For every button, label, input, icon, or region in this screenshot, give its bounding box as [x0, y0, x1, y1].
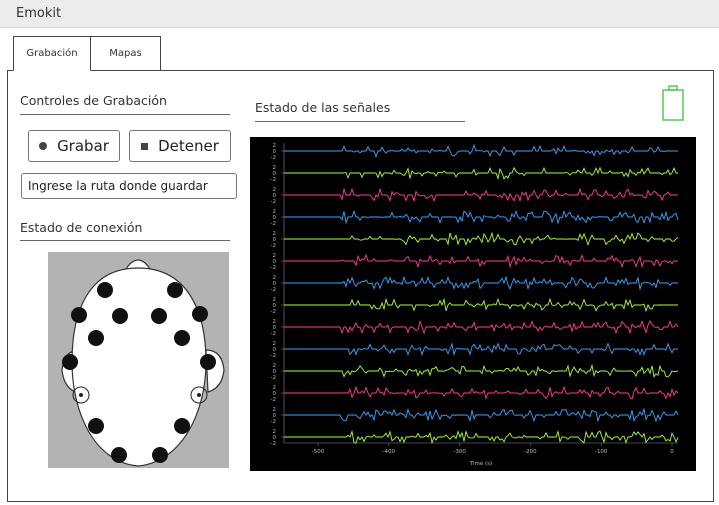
headset-map [48, 252, 229, 468]
channel-2-trace [284, 166, 678, 181]
channel-6-trace [284, 253, 678, 269]
window-titlebar: Emokit [0, 0, 719, 28]
channel-11-trace [284, 363, 679, 378]
head-diagram [61, 259, 225, 467]
record-button-label: Grabar [57, 137, 109, 155]
x-tick-label: -500 [312, 449, 325, 455]
sensor-14 [152, 447, 168, 463]
record-icon [39, 142, 48, 150]
channel-tick-label: -2 [271, 199, 276, 205]
channel-tick-label: -2 [271, 441, 276, 447]
sensor-7 [88, 330, 104, 346]
sensor-9 [62, 354, 78, 370]
channel-tick-label: -2 [271, 243, 276, 249]
channel-9-trace [284, 319, 679, 335]
sensor-8 [174, 330, 190, 346]
tab-mapas[interactable]: Mapas [90, 36, 161, 71]
channel-tick-label: -2 [271, 221, 276, 227]
record-button[interactable]: Grabar [28, 130, 120, 162]
sensor-5 [151, 308, 167, 324]
channel-tick-label: -2 [271, 309, 276, 315]
channel-5-trace [284, 231, 679, 246]
battery-icon [661, 85, 685, 121]
sensor-3 [71, 307, 87, 323]
sensor-12 [174, 418, 190, 434]
connection-heading: Estado de conexión [20, 220, 143, 235]
channel-tick-label: -2 [271, 419, 276, 425]
channel-1-trace [284, 143, 678, 158]
stop-icon [141, 142, 149, 150]
stop-button-label: Detener [158, 137, 219, 155]
channel-13-trace [284, 407, 679, 423]
sensor-2 [167, 282, 183, 298]
signals-divider [255, 121, 465, 122]
tab-grabacion[interactable]: Grabación [13, 36, 91, 71]
reference-sensor-center [79, 393, 83, 397]
sensor-4 [112, 308, 128, 324]
channel-7-trace [284, 275, 678, 291]
channel-tick-label: -2 [271, 287, 276, 293]
app-title: Emokit [16, 6, 62, 21]
save-path-input[interactable] [21, 173, 237, 199]
x-axis-title: Time (s) [469, 461, 492, 467]
x-tick-label: 0 [670, 449, 674, 455]
channel-tick-label: -2 [271, 331, 276, 337]
signals-plot: 2 0 -2 2 0 -2 2 0 -2 2 0 -2 2 0 -2 2 0 -2 2 0 -2 2 0 -2 2 0 -2 2 0 -2… [250, 137, 696, 471]
x-tick-label: -300 [453, 449, 466, 455]
signals-chart: 20-220-220-220-220-220-220-220-220-220-2… [271, 143, 679, 467]
channel-tick-label: -2 [271, 265, 276, 271]
channel-tick-label: -2 [271, 375, 276, 381]
signals-heading: Estado de las señales [255, 100, 391, 115]
x-tick-label: -200 [524, 449, 537, 455]
x-tick-label: -100 [595, 449, 608, 455]
channel-12-trace [284, 385, 679, 400]
x-tick-label: -400 [383, 449, 396, 455]
channel-tick-label: -2 [271, 353, 276, 359]
connection-divider [20, 240, 230, 241]
controls-divider [20, 114, 230, 115]
sensor-6 [192, 306, 208, 322]
channel-3-trace [284, 187, 678, 203]
channel-10-trace [284, 342, 678, 357]
channel-tick-label: -2 [271, 397, 276, 403]
reference-sensor-center [197, 393, 201, 397]
sensor-1 [97, 282, 113, 298]
channel-8-trace [284, 297, 678, 313]
sensor-10 [200, 354, 216, 370]
channel-tick-label: -2 [271, 155, 276, 161]
controls-heading: Controles de Grabación [20, 93, 167, 108]
channel-4-trace [284, 209, 679, 225]
sensor-11 [88, 418, 104, 434]
stop-button[interactable]: Detener [129, 130, 231, 162]
channel-14-trace [284, 429, 679, 445]
sensor-13 [111, 447, 127, 463]
channel-tick-label: -2 [271, 177, 276, 183]
